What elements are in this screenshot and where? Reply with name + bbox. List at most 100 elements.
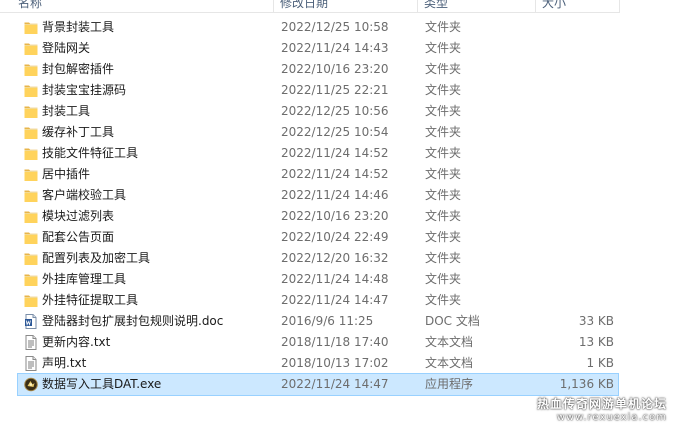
file-date-modified: 2022/12/25 10:56	[281, 104, 389, 118]
file-list: 背景封装工具 2022/12/25 10:58 文件夹 登陆网关 2022/11/24 …	[17, 17, 619, 396]
file-name: 外挂库管理工具	[42, 272, 127, 286]
watermark-url: www.rexuexia.com	[556, 412, 667, 423]
file-type: 文件夹	[425, 125, 462, 139]
file-size: 33 KB	[578, 314, 614, 328]
file-name: 外挂特征提取工具	[42, 293, 139, 307]
file-size: 1,136 KB	[559, 377, 614, 391]
file-row[interactable]: 外挂库管理工具 2022/11/24 14:48 文件夹	[18, 269, 618, 290]
file-date-modified: 2022/11/24 14:48	[281, 272, 389, 286]
file-name: 封包解密插件	[42, 62, 115, 76]
file-date-modified: 2022/11/24 14:47	[281, 293, 389, 307]
file-type: 文件夹	[425, 20, 462, 34]
file-size: 13 KB	[578, 335, 614, 349]
text-file-icon	[24, 356, 38, 371]
folder-icon	[24, 230, 38, 245]
file-name: 声明.txt	[42, 356, 87, 370]
file-row[interactable]: 背景封装工具 2022/12/25 10:58 文件夹	[18, 17, 618, 38]
file-name: 封装宝宝挂源码	[42, 83, 127, 97]
file-row[interactable]: 声明.txt 2018/10/13 17:02 文本文档 1 KB	[18, 353, 618, 374]
file-date-modified: 2022/11/24 14:43	[281, 41, 389, 55]
folder-icon	[24, 272, 38, 287]
file-type: 文件夹	[425, 251, 462, 265]
folder-icon	[24, 188, 38, 203]
file-type: 文件夹	[425, 293, 462, 307]
file-date-modified: 2022/11/24 14:52	[281, 146, 389, 160]
folder-icon	[24, 104, 38, 119]
file-row[interactable]: 客户端校验工具 2022/11/24 14:46 文件夹	[18, 185, 618, 206]
file-type: 应用程序	[425, 377, 474, 391]
file-date-modified: 2016/9/6 11:25	[281, 314, 374, 328]
file-row[interactable]: 数据写入工具DAT.exe 2022/11/24 14:47 应用程序 1,136 K…	[17, 373, 619, 396]
file-row[interactable]: 技能文件特征工具 2022/11/24 14:52 文件夹	[18, 143, 618, 164]
file-row[interactable]: 登陆网关 2022/11/24 14:43 文件夹	[18, 38, 618, 59]
column-header-name[interactable]: 名称	[0, 0, 274, 12]
file-name: 封装工具	[42, 104, 91, 118]
file-name: 数据写入工具DAT.exe	[42, 377, 162, 391]
file-type: 文件夹	[425, 188, 462, 202]
folder-icon	[24, 209, 38, 224]
file-date-modified: 2022/10/16 23:20	[281, 209, 389, 223]
file-name: 居中插件	[42, 167, 91, 181]
file-row[interactable]: 封装工具 2022/12/25 10:56 文件夹	[18, 101, 618, 122]
text-file-icon	[24, 335, 38, 350]
column-header-date[interactable]: 修改日期	[274, 0, 418, 12]
file-date-modified: 2018/10/13 17:02	[281, 356, 389, 370]
folder-icon	[24, 62, 38, 77]
file-name: 客户端校验工具	[42, 188, 127, 202]
file-type: 文件夹	[425, 272, 462, 286]
file-name: 背景封装工具	[42, 20, 115, 34]
file-type: 文件夹	[425, 230, 462, 244]
file-name: 缓存补丁工具	[42, 125, 115, 139]
file-date-modified: 2022/12/25 10:58	[281, 20, 389, 34]
file-name: 技能文件特征工具	[42, 146, 139, 160]
file-size: 1 KB	[586, 356, 614, 370]
file-name: 登陆网关	[42, 41, 91, 55]
file-row[interactable]: 模块过滤列表 2022/10/16 23:20 文件夹	[18, 206, 618, 227]
file-row[interactable]: 缓存补丁工具 2022/12/25 10:54 文件夹	[18, 122, 618, 143]
folder-icon	[24, 20, 38, 35]
site-watermark: 热血传奇网游单机论坛 www.rexuexia.com	[537, 398, 667, 424]
file-type: 文件夹	[425, 41, 462, 55]
exe-app-icon	[24, 377, 38, 392]
file-type: 文件夹	[425, 146, 462, 160]
folder-icon	[24, 146, 38, 161]
file-date-modified: 2022/12/25 10:54	[281, 125, 389, 139]
file-row[interactable]: 配套公告页面 2022/10/24 22:49 文件夹	[18, 227, 618, 248]
file-date-modified: 2022/10/24 22:49	[281, 230, 389, 244]
file-date-modified: 2018/11/18 17:40	[281, 335, 389, 349]
file-row[interactable]: 封装宝宝挂源码 2022/11/25 22:21 文件夹	[18, 80, 618, 101]
file-type: 文件夹	[425, 209, 462, 223]
file-type: 文件夹	[425, 167, 462, 181]
file-row[interactable]: 更新内容.txt 2018/11/18 17:40 文本文档 13 KB	[18, 332, 618, 353]
column-header-type[interactable]: 类型	[418, 0, 536, 12]
file-date-modified: 2022/11/24 14:46	[281, 188, 389, 202]
word-doc-icon	[24, 314, 38, 329]
file-row[interactable]: 外挂特征提取工具 2022/11/24 14:47 文件夹	[18, 290, 618, 311]
file-date-modified: 2022/11/24 14:47	[281, 377, 389, 391]
column-header-bar: 名称 修改日期 类型 大小	[0, 0, 620, 13]
file-type: DOC 文档	[425, 314, 480, 328]
file-name: 配套公告页面	[42, 230, 115, 244]
file-row[interactable]: 登陆器封包扩展封包规则说明.doc 2016/9/6 11:25 DOC 文档 33 …	[18, 311, 618, 332]
file-name: 配置列表及加密工具	[42, 251, 151, 265]
file-row[interactable]: 配置列表及加密工具 2022/12/20 16:32 文件夹	[18, 248, 618, 269]
file-explorer-window: 名称 修改日期 类型 大小 背景封装工具 2022/12/25 10:58 文件夹登…	[0, 0, 675, 430]
file-type: 文本文档	[425, 356, 474, 370]
folder-icon	[24, 125, 38, 140]
watermark-title: 热血传奇网游单机论坛	[536, 397, 667, 411]
file-row[interactable]: 封包解密插件 2022/10/16 23:20 文件夹	[18, 59, 618, 80]
file-name: 登陆器封包扩展封包规则说明.doc	[42, 314, 224, 328]
folder-icon	[24, 251, 38, 266]
file-row[interactable]: 居中插件 2022/11/24 14:52 文件夹	[18, 164, 618, 185]
folder-icon	[24, 41, 38, 56]
file-type: 文件夹	[425, 104, 462, 118]
file-date-modified: 2022/10/16 23:20	[281, 62, 389, 76]
file-type: 文本文档	[425, 335, 474, 349]
file-name: 模块过滤列表	[42, 209, 115, 223]
folder-icon	[24, 83, 38, 98]
file-name: 更新内容.txt	[42, 335, 111, 349]
column-header-size[interactable]: 大小	[536, 0, 620, 12]
file-date-modified: 2022/12/20 16:32	[281, 251, 389, 265]
file-date-modified: 2022/11/25 22:21	[281, 83, 389, 97]
file-date-modified: 2022/11/24 14:52	[281, 167, 389, 181]
